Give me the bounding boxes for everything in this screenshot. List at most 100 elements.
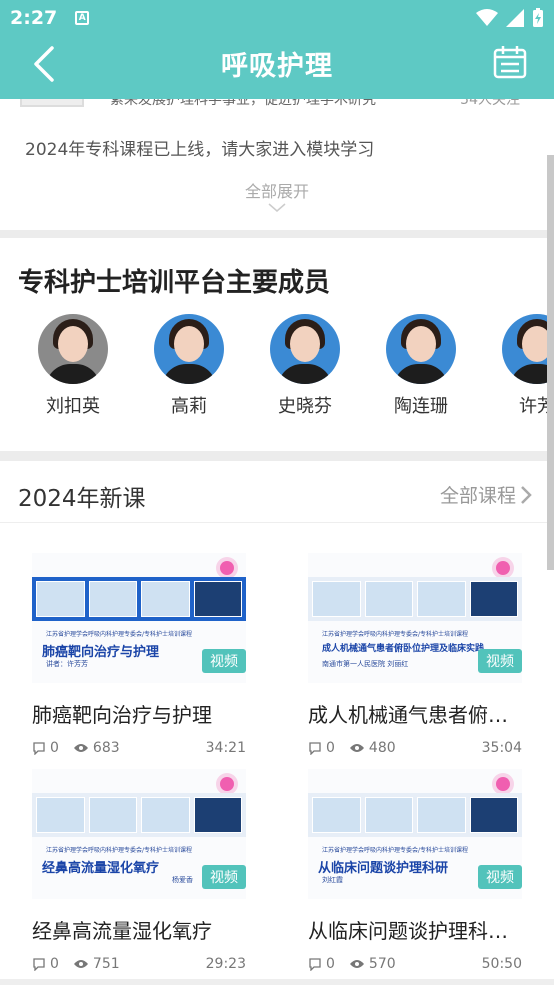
comment-count: 0 <box>50 740 59 756</box>
video-tag: 视频 <box>478 865 522 889</box>
comment-stat: 0 <box>32 956 59 972</box>
thumbnail-subtitle: 江苏省护理学会呼吸内科护理专委会/专科护士培训课程 <box>46 847 193 854</box>
thumbnail-speaker: 讲者：许芳芳 <box>46 660 88 668</box>
course-meta: 0 751 29:23 <box>32 956 246 972</box>
all-courses-label: 全部课程 <box>439 485 516 507</box>
battery-icon <box>533 8 543 27</box>
signal-icon <box>506 9 524 27</box>
course-title: 成人机械通气患者俯卧位护理及临床实践 <box>308 703 522 727</box>
video-tag: 视频 <box>478 649 522 673</box>
member-item[interactable]: 陶连珊 <box>386 314 456 418</box>
eye-icon <box>349 744 364 752</box>
comment-stat: 0 <box>308 956 335 972</box>
course-card[interactable]: 江苏省护理学会呼吸内科护理专委会/专科护士培训课程 从临床问题谈护理科研 刘红霞… <box>308 769 522 972</box>
intro-notice: 2024年专科课程已上线，请大家进入模块学习 <box>25 140 375 160</box>
member-name: 陶连珊 <box>394 396 448 417</box>
thumbnail-banner <box>32 793 246 837</box>
view-count: 480 <box>368 740 396 756</box>
comment-stat: 0 <box>308 740 335 756</box>
thumbnail-subtitle: 江苏省护理学会呼吸内科护理专委会/专科护士培训课程 <box>46 631 193 638</box>
bottom-edge <box>0 979 554 985</box>
course-title: 经鼻高流量湿化氧疗 <box>32 919 212 943</box>
thumbnail-speaker: 杨爱香 <box>172 876 193 884</box>
view-stat: 570 <box>349 956 396 972</box>
comment-count: 0 <box>50 956 59 972</box>
eye-icon <box>349 960 364 968</box>
chevron-left-icon <box>34 46 54 82</box>
view-count: 570 <box>368 956 396 972</box>
calendar-icon <box>493 46 527 79</box>
courses-title: 2024年新课 <box>18 486 146 512</box>
member-item[interactable]: 史晓芬 <box>270 314 340 418</box>
video-tag: 视频 <box>202 649 246 673</box>
comment-stat: 0 <box>32 740 59 756</box>
course-thumbnail: 江苏省护理学会呼吸内科护理专委会/专科护士培训课程 肺癌靶向治疗与护理 讲者：许… <box>32 553 246 683</box>
expand-all-button[interactable]: 全部展开 <box>0 178 554 202</box>
course-card[interactable]: 江苏省护理学会呼吸内科护理专委会/专科护士培训课程 成人机械通气患者俯卧位护理及… <box>308 553 522 756</box>
badge-icon <box>220 777 234 791</box>
view-count: 683 <box>92 740 120 756</box>
app-header: 呼吸护理 <box>0 36 554 99</box>
comment-icon <box>33 958 45 971</box>
video-tag: 视频 <box>202 865 246 889</box>
wifi-icon <box>476 9 498 26</box>
badge-icon <box>220 561 234 575</box>
comment-count: 0 <box>326 740 335 756</box>
member-item[interactable]: 高莉 <box>154 314 224 418</box>
view-stat: 480 <box>349 740 396 756</box>
members-title: 专科护士培训平台主要成员 <box>18 268 331 298</box>
badge-icon <box>496 777 510 791</box>
avatar <box>38 314 108 384</box>
courses-section: 2024年新课 全部课程 江苏省护理学会呼吸内科护理专委会/专科护士培训课程 肺… <box>0 461 554 985</box>
comment-count: 0 <box>326 956 335 972</box>
member-name: 史晓芬 <box>278 396 332 417</box>
course-title: 肺癌靶向治疗与护理 <box>32 703 212 727</box>
status-time: 2:27 <box>10 7 58 29</box>
thumbnail-banner <box>308 793 522 837</box>
course-card[interactable]: 江苏省护理学会呼吸内科护理专委会/专科护士培训课程 肺癌靶向治疗与护理 讲者：许… <box>32 553 246 756</box>
comment-icon <box>309 742 321 755</box>
badge-icon <box>496 561 510 575</box>
members-list: 刘扣英 高莉 史晓芬 陶连珊 许芳 <box>38 314 554 418</box>
scrollbar[interactable] <box>547 155 554 570</box>
calendar-button[interactable] <box>492 44 528 80</box>
avatar <box>154 314 224 384</box>
member-name: 刘扣英 <box>46 396 100 417</box>
course-meta: 0 480 35:04 <box>308 740 522 756</box>
app-notification-icon: A <box>75 11 90 25</box>
thumbnail-banner <box>308 577 522 621</box>
thumbnail-heading: 从临床问题谈护理科研 <box>318 861 449 876</box>
members-section: 专科护士培训平台主要成员 刘扣英 高莉 史晓芬 陶连珊 许芳 <box>0 238 554 451</box>
member-name: 高莉 <box>171 396 207 417</box>
duration: 34:21 <box>205 740 246 756</box>
all-courses-link[interactable]: 全部课程 <box>440 481 532 508</box>
comment-icon <box>33 742 45 755</box>
duration: 35:04 <box>481 740 522 756</box>
courses-header: 2024年新课 全部课程 <box>0 461 554 523</box>
view-stat: 751 <box>73 956 120 972</box>
course-card[interactable]: 江苏省护理学会呼吸内科护理专委会/专科护士培训课程 经鼻高流量湿化氧疗 杨爱香 … <box>32 769 246 972</box>
view-stat: 683 <box>73 740 120 756</box>
status-indicators <box>476 8 544 28</box>
thumbnail-subtitle: 江苏省护理学会呼吸内科护理专委会/专科护士培训课程 <box>322 847 469 854</box>
duration: 29:23 <box>205 956 246 972</box>
thumbnail-heading: 肺癌靶向治疗与护理 <box>42 645 160 660</box>
avatar <box>386 314 456 384</box>
member-item[interactable]: 刘扣英 <box>38 314 108 418</box>
page-title: 呼吸护理 <box>221 51 333 82</box>
eye-icon <box>73 960 88 968</box>
status-bar: 2:27 A <box>0 0 554 36</box>
eye-icon <box>73 744 88 752</box>
thumbnail-speaker: 刘红霞 <box>322 876 343 884</box>
comment-icon <box>309 958 321 971</box>
thumbnail-subtitle: 江苏省护理学会呼吸内科护理专委会/专科护士培训课程 <box>322 631 469 638</box>
duration: 50:50 <box>481 956 522 972</box>
chevron-down-icon[interactable] <box>268 203 286 213</box>
view-count: 751 <box>92 956 120 972</box>
thumbnail-heading: 经鼻高流量湿化氧疗 <box>42 861 160 876</box>
course-meta: 0 570 50:50 <box>308 956 522 972</box>
chevron-right-icon <box>521 485 532 504</box>
top-bar: 2:27 A 呼吸护理 <box>0 0 554 99</box>
course-thumbnail: 江苏省护理学会呼吸内科护理专委会/专科护士培训课程 从临床问题谈护理科研 刘红霞… <box>308 769 522 899</box>
back-button[interactable] <box>26 44 62 84</box>
